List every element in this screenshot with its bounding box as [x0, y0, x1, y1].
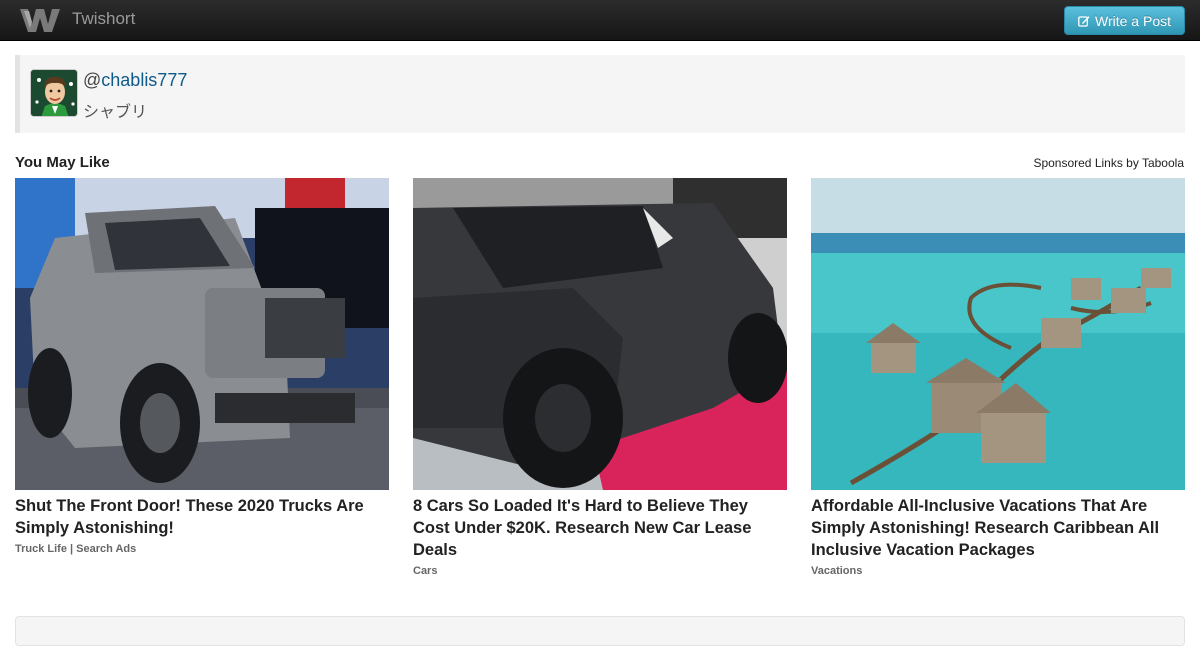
bottom-panel — [15, 616, 1185, 646]
profile-card: @chablis777 シャブリ — [15, 55, 1185, 133]
user-handle: @chablis777 — [83, 70, 187, 91]
card-source[interactable]: Truck Life | Search Ads — [15, 543, 389, 555]
avatar[interactable] — [30, 69, 78, 117]
island-resort-image[interactable] — [811, 178, 1185, 490]
recommendation-card[interactable]: Affordable All-Inclusive Vacations That … — [811, 178, 1185, 577]
recommendation-card[interactable]: Shut The Front Door! These 2020 Trucks A… — [15, 178, 389, 555]
handle-at: @ — [83, 70, 102, 90]
write-post-button[interactable]: Write a Post — [1064, 6, 1185, 35]
truck-image[interactable] — [15, 178, 389, 490]
card-headline[interactable]: 8 Cars So Loaded It's Hard to Believe Th… — [413, 495, 787, 561]
write-post-label: Write a Post — [1095, 12, 1171, 29]
recommendation-card[interactable]: 8 Cars So Loaded It's Hard to Believe Th… — [413, 178, 787, 577]
top-navbar: Twishort Write a Post — [0, 0, 1200, 41]
card-headline[interactable]: Affordable All-Inclusive Vacations That … — [811, 495, 1185, 561]
twishort-logo-icon[interactable] — [18, 6, 62, 34]
card-source[interactable]: Vacations — [811, 565, 1185, 577]
card-source[interactable]: Cars — [413, 565, 787, 577]
you-may-like-heading: You May Like — [15, 154, 110, 171]
armored-car-image[interactable] — [413, 178, 787, 490]
sponsored-links-label[interactable]: Sponsored Links by Taboola — [1033, 156, 1184, 170]
card-headline[interactable]: Shut The Front Door! These 2020 Trucks A… — [15, 495, 389, 539]
brand-name[interactable]: Twishort — [72, 9, 135, 29]
user-handle-link[interactable]: chablis777 — [101, 70, 187, 90]
user-display-name: シャブリ — [83, 104, 148, 121]
edit-icon — [1078, 15, 1090, 27]
